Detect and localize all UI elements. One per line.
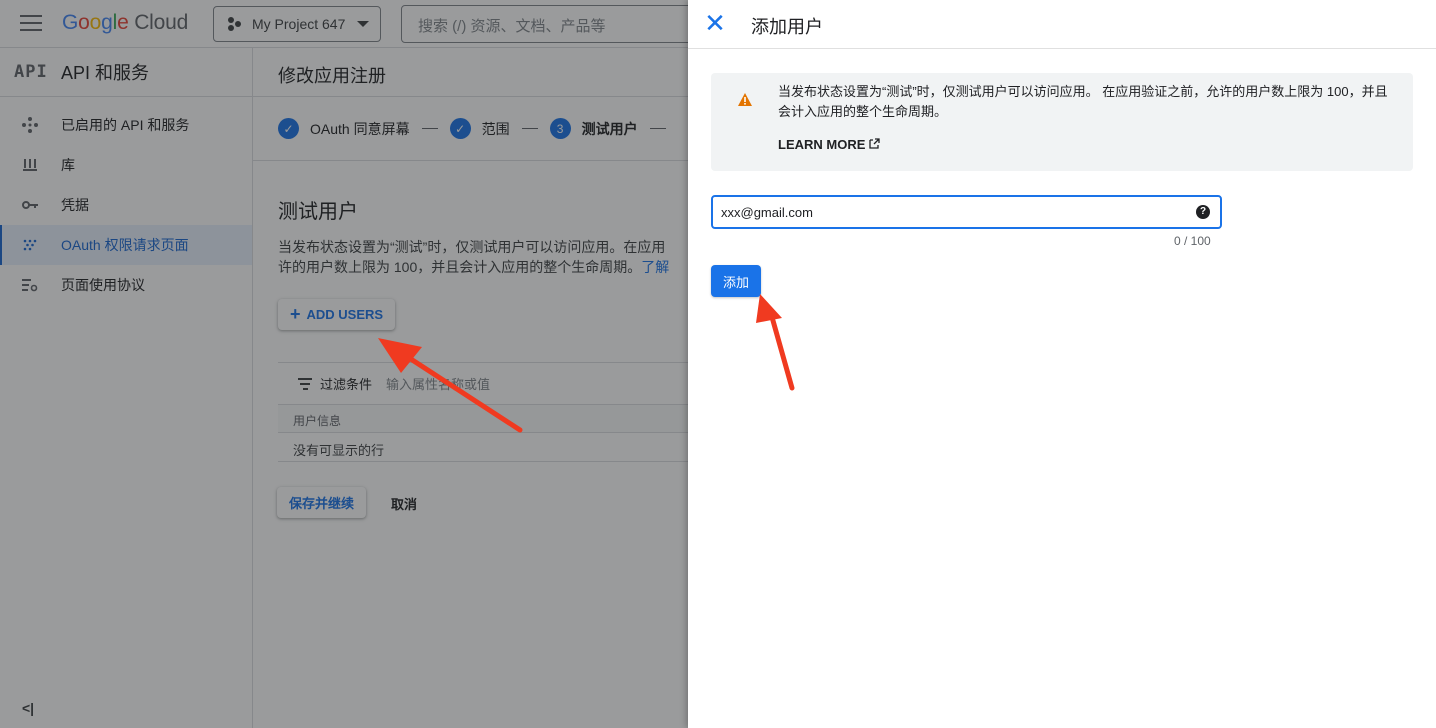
panel-header: ✕ 添加用户 [688,0,1436,49]
panel-title: 添加用户 [751,17,823,37]
email-input[interactable] [721,203,1181,221]
modal-scrim[interactable] [0,0,688,728]
email-field[interactable]: ? [711,195,1222,229]
learn-more-link[interactable]: LEARN MORE [778,137,881,152]
close-icon[interactable]: ✕ [703,10,727,36]
add-button[interactable]: 添加 [711,265,761,297]
notice-text: 当发布状态设置为“测试”时，仅测试用户可以访问应用。 在应用验证之前，允许的用户… [778,84,1388,119]
warning-icon [738,93,752,106]
open-in-new-icon [869,137,881,152]
warning-notice: 当发布状态设置为“测试”时，仅测试用户可以访问应用。 在应用验证之前，允许的用户… [711,73,1413,171]
help-icon[interactable]: ? [1196,205,1210,219]
character-counter: 0 / 100 [1174,234,1211,248]
add-users-panel: ✕ 添加用户 当发布状态设置为“测试”时，仅测试用户可以访问应用。 在应用验证之… [688,0,1436,728]
